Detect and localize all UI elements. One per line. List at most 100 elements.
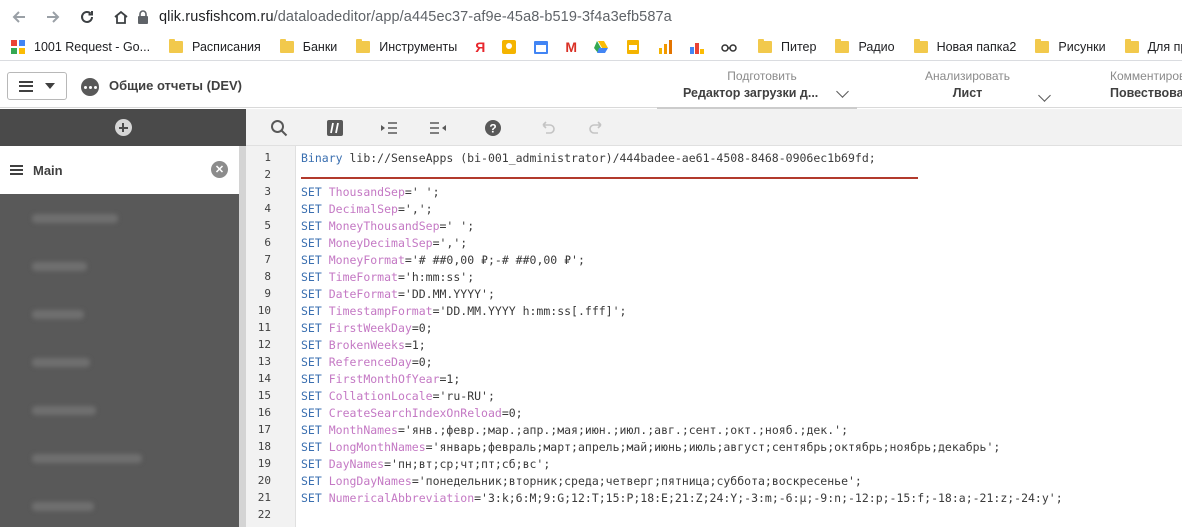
gmail-icon[interactable]: M (565, 39, 577, 55)
line-number: 5 (264, 219, 271, 232)
forward-arrow-icon[interactable] (42, 6, 64, 28)
section-item[interactable] (0, 242, 239, 290)
redo-icon[interactable] (586, 117, 608, 139)
mode-narrate[interactable]: Комментиров Повествова (1100, 69, 1182, 100)
keyword-token: SET (301, 202, 322, 216)
variable-token: DateFormat (328, 287, 398, 301)
code-line: SET TimestampFormat='DD.MM.YYYY h:mm:ss[… (301, 304, 626, 318)
code-line: SET DateFormat='DD.MM.YYYY'; (301, 287, 495, 301)
comment-toggle-icon[interactable] (324, 117, 346, 139)
line-number: 20 (257, 474, 271, 487)
section-item[interactable] (0, 386, 239, 434)
bookmark-item[interactable]: Для проекто (1124, 33, 1182, 60)
close-icon[interactable]: ✕ (211, 161, 228, 178)
code-text-token: ='# ##0,00 ₽;-# ##0,00 ₽'; (404, 253, 585, 267)
keyword-token: SET (301, 304, 322, 318)
line-number: 15 (257, 389, 271, 402)
url-path: /dataloadeditor/app/a445ec37-af9e-45a8-b… (273, 9, 672, 25)
variable-token: BrokenWeeks (328, 338, 405, 352)
line-number: 13 (257, 355, 271, 368)
variable-token: MonthNames (328, 423, 398, 437)
browser-address-bar: qlik.rusfishcom.ru/dataloadeditor/app/a4… (0, 0, 1182, 33)
reload-icon[interactable] (76, 6, 98, 28)
code-text-token: =' '; (404, 185, 440, 199)
code-line: SET LongMonthNames='январь;февраль;март;… (301, 440, 1000, 454)
bookmark-item[interactable]: Рисунки (1034, 33, 1106, 60)
drive-icon[interactable] (593, 39, 609, 55)
variable-token: TimestampFormat (328, 304, 433, 318)
code-line: SET FirstWeekDay=0; (301, 321, 433, 335)
stats-icon[interactable] (689, 39, 705, 55)
editor-toolbar: ? (246, 109, 1182, 146)
code-line: SET MoneyThousandSep=' '; (301, 219, 474, 233)
url-host: qlik.rusfishcom.ru (159, 9, 274, 25)
code-line: SET DecimalSep=','; (301, 202, 433, 216)
code-text-token: =' '; (439, 219, 475, 233)
keyword-token: SET (301, 321, 322, 335)
apps-grid-icon (10, 39, 26, 55)
section-item[interactable] (0, 290, 239, 338)
keyword-token: Binary (301, 151, 343, 165)
help-icon[interactable]: ? (482, 117, 504, 139)
line-number: 7 (264, 253, 271, 266)
code-text-token: ='пн;вт;ср;чт;пт;сб;вс'; (384, 457, 551, 471)
variable-token: LongMonthNames (328, 440, 426, 454)
bookmark-item[interactable]: Новая папка2 (913, 33, 1016, 60)
url-field[interactable]: qlik.rusfishcom.ru/dataloadeditor/app/a4… (137, 5, 672, 29)
variable-token: MoneyFormat (328, 253, 405, 267)
bookmark-item[interactable]: 1001 Request - Go... (10, 33, 150, 60)
outdent-icon[interactable] (427, 117, 449, 139)
line-number: 6 (264, 236, 271, 249)
section-item[interactable] (0, 338, 239, 386)
line-number: 4 (264, 202, 271, 215)
code-text-token: ='3:k;6:M;9:G;12:T;15:P;18:E;21:Z;24:Y;-… (474, 491, 1063, 505)
line-number: 16 (257, 406, 271, 419)
section-item[interactable] (0, 482, 239, 530)
keyword-token: SET (301, 389, 322, 403)
slides-icon[interactable] (625, 39, 641, 55)
section-item-main[interactable]: Main ✕ (0, 146, 239, 194)
keyword-token: SET (301, 219, 322, 233)
search-icon[interactable] (268, 117, 290, 139)
mode-analyze[interactable]: Анализировать Лист (880, 69, 1055, 102)
bookmark-item[interactable]: Питер (757, 33, 816, 60)
bookmark-item[interactable]: Инструменты (355, 33, 457, 60)
section-item[interactable] (0, 434, 239, 482)
home-icon[interactable] (110, 6, 132, 28)
line-number: 17 (257, 423, 271, 436)
folder-icon (279, 38, 295, 55)
drag-handle-icon[interactable] (10, 165, 23, 175)
indent-icon[interactable] (378, 117, 400, 139)
lock-icon (138, 10, 148, 24)
code-text-token: ='DD.MM.YYYY h:mm:ss[.fff]'; (432, 304, 627, 318)
line-number: 3 (264, 185, 271, 198)
keyword-token: SET (301, 253, 322, 267)
variable-token: FirstWeekDay (328, 321, 412, 335)
undo-icon[interactable] (536, 117, 558, 139)
calendar-icon[interactable] (533, 39, 549, 55)
mode-prepare[interactable]: Подготовить Редактор загрузки д... (657, 69, 867, 109)
app-icon (81, 78, 99, 96)
code-text-token: =1; (439, 372, 461, 386)
variable-token: DayNames (328, 457, 385, 471)
bookmark-item[interactable]: Банки (279, 33, 337, 60)
bookmark-item[interactable]: Расписания (168, 33, 261, 60)
line-number: 18 (257, 440, 271, 453)
bookmark-item[interactable]: Радио (834, 33, 895, 60)
line-number: 22 (257, 508, 271, 521)
yandex-icon[interactable]: Я (475, 39, 485, 55)
code-line: SET MonthNames='янв.;февр.;мар.;апр.;мая… (301, 423, 848, 437)
keyword-token: SET (301, 355, 322, 369)
add-section-plus-icon[interactable] (114, 119, 132, 136)
global-menu-button[interactable] (7, 72, 67, 100)
script-editor[interactable]: Binary lib://SenseApps (bi-001_administr… (301, 146, 1182, 527)
glasses-icon[interactable] (721, 39, 737, 55)
code-line: SET LongDayNames='понедельник;вторник;ср… (301, 474, 862, 488)
variable-token: NumericalAbbreviation (328, 491, 475, 505)
variable-token: FirstMonthOfYear (328, 372, 440, 386)
chart-icon[interactable] (657, 39, 673, 55)
back-arrow-icon[interactable] (8, 6, 30, 28)
bulb-icon[interactable] (501, 39, 517, 55)
code-text-token: =','; (397, 202, 433, 216)
section-item[interactable] (0, 194, 239, 242)
